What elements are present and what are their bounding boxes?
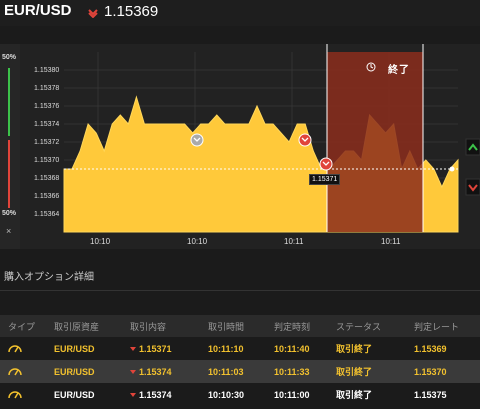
cell-trade-time: 10:11:03	[208, 360, 274, 383]
cell-content: 1.15371	[139, 343, 172, 354]
cell-rate: 1.15375	[414, 389, 447, 400]
cell-judge-time: 10:11:33	[274, 360, 336, 383]
cell-status: 取引終了	[336, 344, 373, 354]
currency-pair-title: EUR/USD	[4, 2, 72, 19]
divider	[0, 290, 480, 291]
gauge-icon	[8, 367, 22, 375]
col-rate: 判定レート	[414, 315, 480, 337]
x-tick-label: 10:11	[381, 237, 401, 246]
cell-status: 取引終了	[336, 360, 414, 383]
current-price-dot	[449, 166, 455, 172]
cell-asset: EUR/USD	[54, 343, 95, 354]
down-triangle-icon	[130, 393, 136, 398]
y-tick-label: 1.15378	[34, 85, 59, 92]
y-tick-label: 1.15368	[34, 175, 59, 182]
cell-judge-time: 10:11:40	[274, 343, 310, 354]
y-tick-label: 1.15366	[34, 193, 59, 200]
cell-content: 1.15374	[139, 389, 172, 400]
top-bar: EUR/USD 1.15369	[0, 0, 480, 26]
up-tab	[465, 138, 480, 156]
cell-asset: EUR/USD	[54, 360, 130, 383]
cell-rate: 1.15370	[414, 360, 480, 383]
purchase-details-title: 購入オプション詳細	[4, 272, 94, 283]
price-chart[interactable]: 50% 50% × 1.15380 1.15378 1.15376 1.15374 1.…	[0, 44, 480, 249]
down-triangle-icon	[130, 347, 136, 352]
col-type: タイプ	[0, 315, 54, 337]
current-price-tag: 1.15371	[309, 174, 341, 185]
gauge-icon	[8, 390, 22, 398]
current-price: 1.15369	[104, 3, 159, 20]
table-row[interactable]: EUR/USD 1.15371 10:11:10 10:11:40 取引終了 1…	[0, 337, 480, 360]
cell-trade-time: 10:10:30	[208, 389, 245, 400]
trade-marker[interactable]	[319, 157, 333, 171]
cell-rate: 1.15369	[414, 343, 447, 354]
cell-judge-time: 10:11:00	[274, 389, 310, 400]
cell-content: 1.15374	[139, 366, 172, 377]
down-triangle-icon	[130, 370, 136, 375]
col-content: 取引内容	[130, 315, 208, 337]
col-status: ステータス	[336, 315, 414, 337]
y-tick-label: 1.15380	[34, 67, 59, 74]
table-header-row: タイプ 取引原資産 取引内容 取引時間 判定時刻 ステータス 判定レート	[0, 315, 480, 337]
cell-trade-time: 10:11:10	[208, 343, 244, 354]
cell-status: 取引終了	[336, 390, 373, 400]
expiry-end-label: 終了	[388, 65, 410, 76]
table-row[interactable]: EUR/USD 1.15374 10:10:30 10:11:00 取引終了 1…	[0, 383, 480, 406]
trade-history-table: タイプ 取引原資産 取引内容 取引時間 判定時刻 ステータス 判定レート EUR…	[0, 315, 480, 406]
expiry-zone-overlay	[327, 52, 423, 232]
y-tick-label: 1.15374	[34, 121, 59, 128]
x-tick-label: 10:10	[187, 237, 208, 246]
col-asset: 取引原資産	[54, 315, 130, 337]
down-arrow-icon	[88, 9, 98, 18]
y-tick-label: 1.15370	[34, 157, 59, 164]
x-tick-label: 10:11	[284, 237, 304, 246]
y-tick-label: 1.15376	[34, 103, 59, 110]
down-tab	[465, 178, 480, 196]
col-judge-time: 判定時刻	[274, 315, 336, 337]
col-trade-time: 取引時間	[208, 315, 274, 337]
table-row[interactable]: EUR/USD 1.15374 10:11:03 10:11:33 取引終了 1…	[0, 360, 480, 383]
y-tick-label: 1.15372	[34, 139, 59, 146]
gauge-icon	[8, 344, 22, 352]
trade-marker[interactable]	[298, 133, 312, 147]
x-tick-label: 10:10	[90, 237, 111, 246]
y-tick-label: 1.15364	[34, 211, 59, 218]
trade-marker[interactable]	[190, 133, 204, 147]
cell-asset: EUR/USD	[54, 389, 95, 400]
